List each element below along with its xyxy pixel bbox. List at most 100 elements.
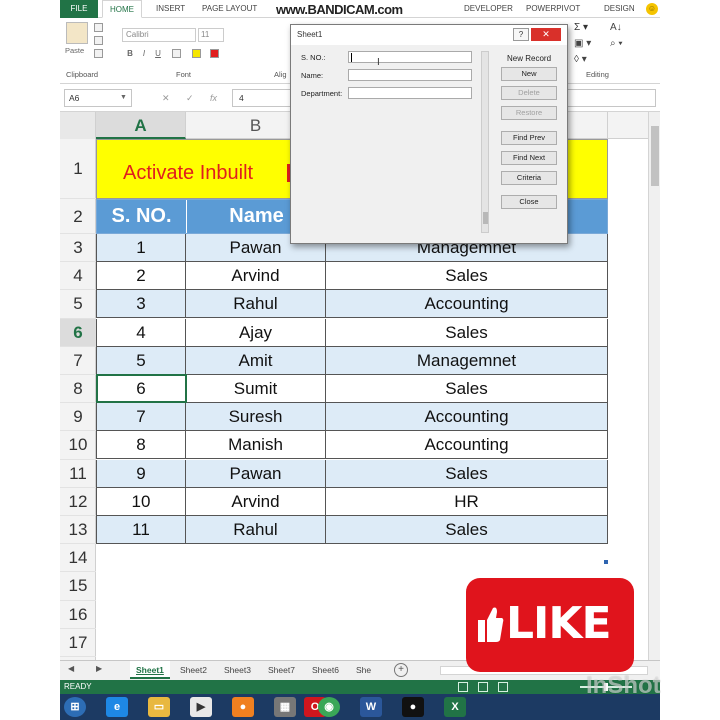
vertical-scroll-thumb[interactable] — [651, 126, 659, 186]
tab-page-layout[interactable]: PAGE LAYOUT — [198, 0, 261, 18]
word-icon[interactable]: W — [360, 697, 382, 717]
tab-powerpivot[interactable]: POWERPIVOT — [522, 0, 584, 18]
find-next-button[interactable]: Find Next — [501, 151, 557, 165]
tab-home[interactable]: HOME — [102, 0, 142, 18]
start-icon[interactable]: ⊞ — [64, 697, 86, 717]
cell-sno[interactable]: 7 — [96, 403, 186, 431]
tab-developer[interactable]: DEVELOPER — [460, 0, 517, 18]
tab-design[interactable]: DESIGN — [600, 0, 639, 18]
sheet-tab[interactable]: Sheet7 — [262, 661, 301, 679]
cell-department[interactable]: Accounting — [326, 290, 608, 318]
row-header[interactable]: 7 — [60, 347, 96, 375]
field-input-department[interactable] — [348, 87, 472, 99]
internet-explorer-icon[interactable]: e — [106, 697, 128, 717]
like-badge[interactable]: LIKE — [466, 578, 634, 672]
sheet-tab[interactable]: Sheet2 — [174, 661, 213, 679]
tab-insert[interactable]: INSERT — [152, 0, 189, 18]
sheet-tab[interactable]: Sheet3 — [218, 661, 257, 679]
row-header[interactable]: 13 — [60, 516, 96, 545]
cell-sno[interactable]: 9 — [96, 459, 186, 487]
header-sno[interactable]: S. NO. — [97, 200, 187, 233]
cell-sno[interactable]: 8 — [96, 431, 186, 459]
sheet-tab[interactable]: Sheet1 — [130, 661, 170, 679]
format-painter-icon[interactable] — [94, 49, 103, 58]
cell-sno[interactable]: 1 — [96, 234, 186, 261]
cell-name[interactable]: Pawan — [186, 459, 326, 487]
add-sheet-icon[interactable]: + — [394, 663, 408, 677]
autosum-icon[interactable]: Σ ▾ — [574, 22, 588, 33]
cell-name[interactable]: Rahul — [186, 290, 326, 318]
delete-button[interactable]: Delete — [501, 86, 557, 100]
cell-sno[interactable]: 3 — [96, 290, 186, 318]
row-header[interactable]: 5 — [60, 290, 96, 319]
cell-sno[interactable]: 2 — [96, 262, 186, 290]
copy-icon[interactable] — [94, 36, 103, 45]
table-resize-handle[interactable] — [604, 560, 608, 564]
paste-icon[interactable] — [66, 22, 88, 44]
bold-button[interactable]: B — [124, 48, 136, 60]
cell-department[interactable]: Accounting — [326, 431, 608, 459]
page-break-view-icon[interactable] — [498, 682, 508, 692]
row-header[interactable]: 1 — [60, 139, 96, 199]
cell-sno[interactable]: 5 — [96, 346, 186, 374]
cell-department[interactable]: Managemnet — [326, 346, 608, 374]
clear-icon[interactable]: ◊ ▾ — [574, 54, 587, 65]
column-header-a[interactable]: A — [96, 112, 186, 139]
firefox-icon[interactable]: ● — [232, 697, 254, 717]
insert-function-icon[interactable]: fx — [210, 89, 217, 107]
row-header[interactable]: 4 — [60, 262, 96, 291]
cell-sno[interactable]: 4 — [96, 318, 186, 346]
cell-name[interactable]: Rahul — [186, 516, 326, 543]
row-header[interactable]: 6 — [60, 318, 96, 347]
cell-department[interactable]: Accounting — [326, 403, 608, 431]
cell-name[interactable]: Amit — [186, 346, 326, 374]
find-select-icon[interactable]: ⌕ ▾ — [610, 38, 623, 49]
row-header[interactable]: 16 — [60, 601, 96, 629]
fill-icon[interactable]: ▣ ▾ — [574, 38, 591, 49]
font-name-select[interactable]: Calibri — [122, 28, 196, 42]
new-button[interactable]: New — [501, 67, 557, 81]
feedback-smiley-icon[interactable]: ☺ — [646, 3, 658, 15]
field-input-name[interactable] — [348, 69, 472, 81]
record-scroll-thumb[interactable] — [483, 212, 488, 224]
row-header[interactable]: 3 — [60, 234, 96, 263]
file-explorer-icon[interactable]: ▭ — [148, 697, 170, 717]
field-input-sno[interactable] — [348, 51, 472, 63]
normal-view-icon[interactable] — [458, 682, 468, 692]
help-icon[interactable]: ? — [513, 28, 529, 41]
close-icon[interactable]: ✕ — [531, 28, 561, 41]
dialog-titlebar[interactable]: Sheet1 ? ✕ — [291, 25, 567, 45]
cell-sno[interactable]: 10 — [96, 487, 186, 515]
select-all-corner[interactable] — [60, 112, 96, 139]
font-color-icon[interactable] — [210, 49, 219, 58]
row-header[interactable]: 15 — [60, 572, 96, 601]
cell-department[interactable]: Sales — [326, 459, 608, 487]
tab-file[interactable]: FILE — [60, 0, 98, 18]
row-header[interactable]: 10 — [60, 431, 96, 460]
criteria-button[interactable]: Criteria — [501, 171, 557, 185]
italic-button[interactable]: I — [138, 48, 150, 60]
cell-sno[interactable]: 11 — [96, 516, 186, 543]
find-prev-button[interactable]: Find Prev — [501, 131, 557, 145]
name-box-dropdown-icon[interactable]: ▼ — [120, 89, 127, 107]
row-header[interactable]: 9 — [60, 403, 96, 432]
enter-icon[interactable]: ✓ — [186, 89, 194, 107]
fill-color-icon[interactable] — [192, 49, 201, 58]
bandicam-icon[interactable]: ● — [402, 697, 424, 717]
row-header[interactable]: 12 — [60, 488, 96, 516]
cell-department[interactable]: HR — [326, 487, 608, 515]
font-size-select[interactable]: 11 — [198, 28, 224, 42]
borders-icon[interactable] — [172, 49, 181, 58]
sheet-tab[interactable]: She — [350, 661, 377, 679]
cell-name[interactable]: Sumit — [186, 375, 326, 402]
restore-button[interactable]: Restore — [501, 106, 557, 120]
cell-department[interactable]: Sales — [326, 375, 608, 402]
cell-name[interactable]: Suresh — [186, 403, 326, 431]
cut-icon[interactable] — [94, 23, 103, 32]
sheet-nav-right-icon[interactable]: ▶ — [96, 664, 102, 673]
cell-department[interactable]: Sales — [326, 262, 608, 290]
row-header[interactable]: 17 — [60, 629, 96, 657]
cell-department[interactable]: Sales — [326, 318, 608, 346]
cell-name[interactable]: Ajay — [186, 318, 326, 346]
cell-department[interactable]: Sales — [326, 516, 608, 543]
